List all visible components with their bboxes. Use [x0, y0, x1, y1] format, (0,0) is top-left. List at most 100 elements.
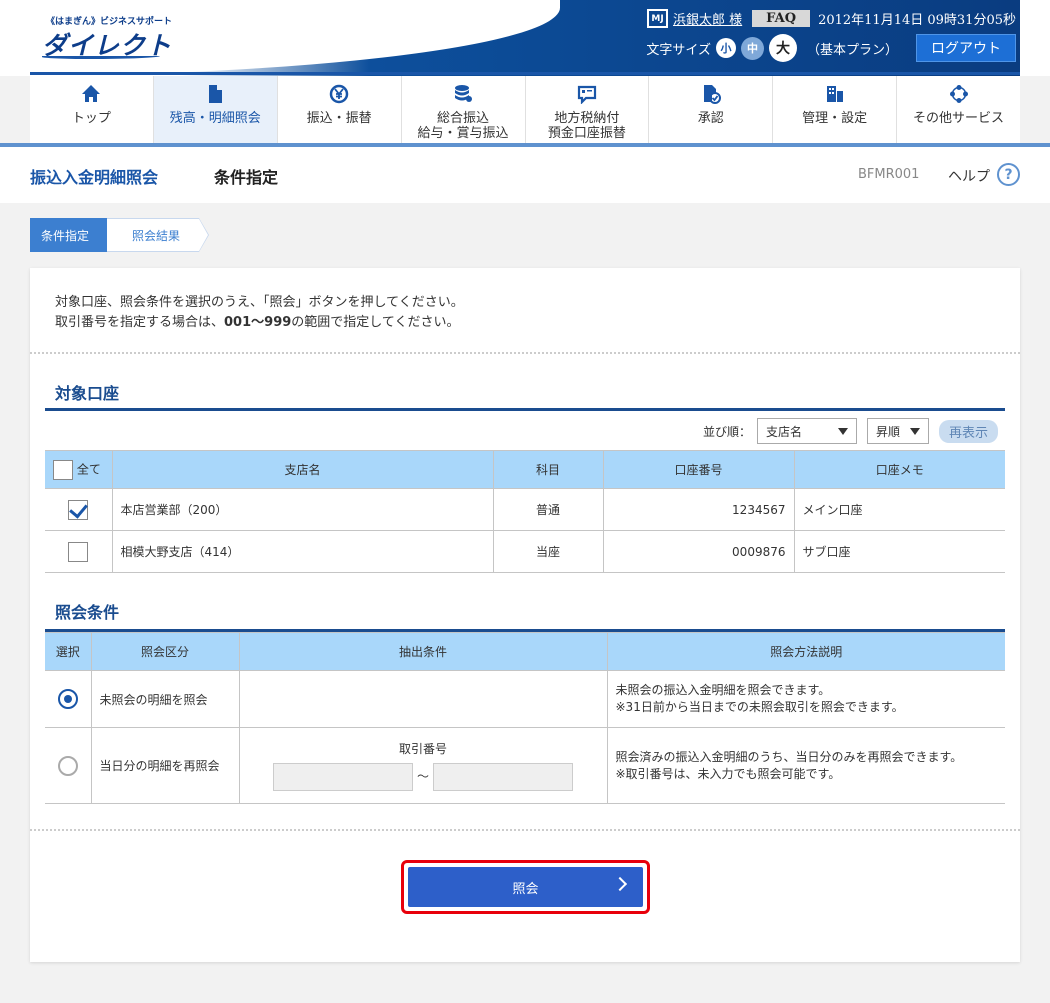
card-icon [576, 83, 598, 105]
chevron-down-icon [837, 427, 848, 435]
transaction-range: 〜 [240, 763, 607, 791]
font-size-large-button[interactable]: 大 [768, 34, 797, 62]
nav-approve[interactable]: 承認 [649, 76, 774, 143]
font-size-medium-button[interactable]: 中 [740, 36, 764, 60]
help-icon[interactable]: ? [997, 163, 1020, 186]
nav-bulk-transfer-label: 総合振込 給与・賞与振込 [417, 111, 509, 141]
accounts-section-rule [45, 408, 1005, 411]
divider [30, 829, 1020, 831]
nav-bulk-transfer[interactable]: 総合振込 給与・賞与振込 [402, 76, 526, 143]
instruction-text: 取引番号を指定する場合は、 [55, 315, 225, 330]
nav-transfer[interactable]: 振込・振替 [278, 76, 402, 143]
category-cell: 当日分の明細を再照会 [90, 727, 240, 804]
header: 《はまぎん》ビジネスサポート ダイレクト MJ 浜銀太郎 様 FAQ 2012年… [0, 0, 1050, 76]
range-separator: 〜 [416, 769, 429, 784]
accounts-section-title: 対象口座 [55, 384, 120, 403]
nav-settings-label: 管理・設定 [802, 111, 868, 126]
sort-label: 並び順： [702, 424, 751, 439]
logo[interactable]: 《はまぎん》ビジネスサポート ダイレクト [42, 14, 172, 62]
nav-balance[interactable]: 残高・明細照会 [153, 76, 278, 143]
screen-id: BFMR001 [858, 167, 920, 182]
database-icon [452, 83, 474, 105]
nav-balance-label: 残高・明細照会 [169, 111, 261, 126]
step-condition: 条件指定 [30, 218, 117, 252]
nav-top[interactable]: トップ [30, 76, 154, 143]
account-checkbox[interactable] [68, 541, 89, 562]
accounts-table: 全て 支店名 科目 口座番号 口座メモ 本店営業部（200） 普通 123456… [45, 450, 1005, 573]
inquiry-button-label: 照会 [512, 881, 539, 897]
font-size-label: 文字サイズ [646, 42, 711, 58]
number-header: 口座番号 [602, 450, 795, 489]
title-bar: 振込入金明細照会 条件指定 BFMR001 ヘルプ ? [0, 147, 1050, 203]
current-datetime: 2012年11月14日 09時31分05秒 [818, 13, 1016, 28]
select-all-header[interactable]: 全て [45, 450, 113, 489]
radio-cell[interactable] [45, 727, 92, 804]
description-note: ※31日前から当日までの未照会取引を照会できます。 [615, 700, 904, 714]
select-all-label: 全て [76, 462, 101, 476]
number-cell: 0009876 [602, 530, 795, 573]
transaction-number-from-input[interactable] [273, 763, 414, 791]
chevron-down-icon [909, 427, 920, 435]
faq-button[interactable]: FAQ [752, 10, 811, 27]
description-header: 照会方法説明 [606, 632, 1005, 671]
memo-cell: メイン口座 [793, 488, 1005, 531]
step-result: 照会結果 [107, 218, 209, 252]
conditions-section-title: 照会条件 [55, 603, 120, 622]
mj-badge-icon: MJ [647, 9, 669, 28]
select-all-checkbox[interactable] [53, 459, 73, 480]
main-nav: トップ 残高・明細照会 振込・振替 総合振込 給与・賞与振込 地方税納付 預金口… [30, 76, 1020, 143]
table-row: 相模大野支店（414） 当座 0009876 サブ口座 [45, 530, 1005, 573]
description-cell: 照会済みの振込入金明細のうち、当日分のみを再照会できます。 ※取引番号は、未入力で… [606, 727, 1005, 804]
inquiry-button[interactable]: 照会 [408, 867, 643, 907]
nav-tax[interactable]: 地方税納付 預金口座振替 [526, 76, 650, 143]
branch-cell: 相模大野支店（414） [111, 530, 494, 573]
condition-radio[interactable] [57, 755, 78, 776]
table-row: 当日分の明細を再照会 取引番号 〜 照会済みの振込入金明細のうち、当日分のみを再… [45, 727, 1005, 804]
chevron-right-icon [612, 876, 628, 892]
instruction-line-2: 取引番号を指定する場合は、001〜999の範囲で指定してください。 [55, 313, 464, 333]
row-checkbox-cell[interactable] [45, 488, 113, 531]
category-cell: 未照会の明細を照会 [90, 670, 240, 728]
page-title: 振込入金明細照会 [30, 168, 159, 187]
header-top-row: MJ 浜銀太郎 様 FAQ 2012年11月14日 09時31分05秒 [647, 9, 1016, 28]
category-header: 照会区分 [90, 632, 240, 671]
number-cell: 1234567 [602, 488, 795, 531]
redisplay-button[interactable]: 再表示 [938, 419, 998, 443]
extract-header: 抽出条件 [238, 632, 608, 671]
divider [30, 352, 1020, 354]
page-subtitle: 条件指定 [214, 168, 279, 187]
table-row: 本店営業部（200） 普通 1234567 メイン口座 [45, 488, 1005, 531]
branch-cell: 本店営業部（200） [111, 488, 494, 531]
extract-cell [238, 670, 608, 728]
transaction-number-to-input[interactable] [432, 763, 573, 791]
other-icon [948, 83, 970, 105]
sort-field-select[interactable]: 支店名 [756, 418, 857, 444]
yen-transfer-icon [328, 83, 350, 105]
logout-button[interactable]: ログアウト [916, 34, 1016, 62]
nav-approve-label: 承認 [697, 111, 724, 126]
instructions: 対象口座、照会条件を選択のうえ、「照会」ボタンを押してください。 取引番号を指定… [55, 293, 464, 333]
nav-other[interactable]: その他サービス [897, 76, 1020, 143]
accounts-header-row: 全て 支店名 科目 口座番号 口座メモ [45, 450, 1005, 489]
inquiry-button-highlight: 照会 [401, 860, 650, 914]
nav-settings[interactable]: 管理・設定 [773, 76, 898, 143]
home-icon [80, 83, 102, 105]
user-name-link[interactable]: 浜銀太郎 様 [673, 9, 742, 28]
header-rule [30, 72, 1020, 75]
main-panel: 対象口座、照会条件を選択のうえ、「照会」ボタンを押してください。 取引番号を指定… [30, 268, 1020, 962]
type-header: 科目 [492, 450, 604, 489]
account-checkbox[interactable] [68, 499, 89, 520]
instruction-range: 001〜999 [224, 315, 292, 330]
description-cell: 未照会の振込入金明細を照会できます。 ※31日前から当日までの未照会取引を照会でき… [606, 670, 1005, 728]
condition-radio[interactable] [57, 689, 78, 709]
radio-cell[interactable] [45, 670, 92, 728]
step-indicator: 条件指定 照会結果 [30, 218, 209, 252]
font-size-small-button[interactable]: 小 [715, 38, 736, 58]
help-link[interactable]: ヘルプ [948, 166, 990, 186]
nav-transfer-label: 振込・振替 [306, 111, 372, 126]
sort-order-select[interactable]: 昇順 [866, 418, 929, 444]
row-checkbox-cell[interactable] [45, 530, 113, 573]
description-note: ※取引番号は、未入力でも照会可能です。 [615, 766, 841, 781]
memo-cell: サブ口座 [793, 530, 1005, 573]
description-line: 照会済みの振込入金明細のうち、当日分のみを再照会できます。 [615, 749, 963, 764]
